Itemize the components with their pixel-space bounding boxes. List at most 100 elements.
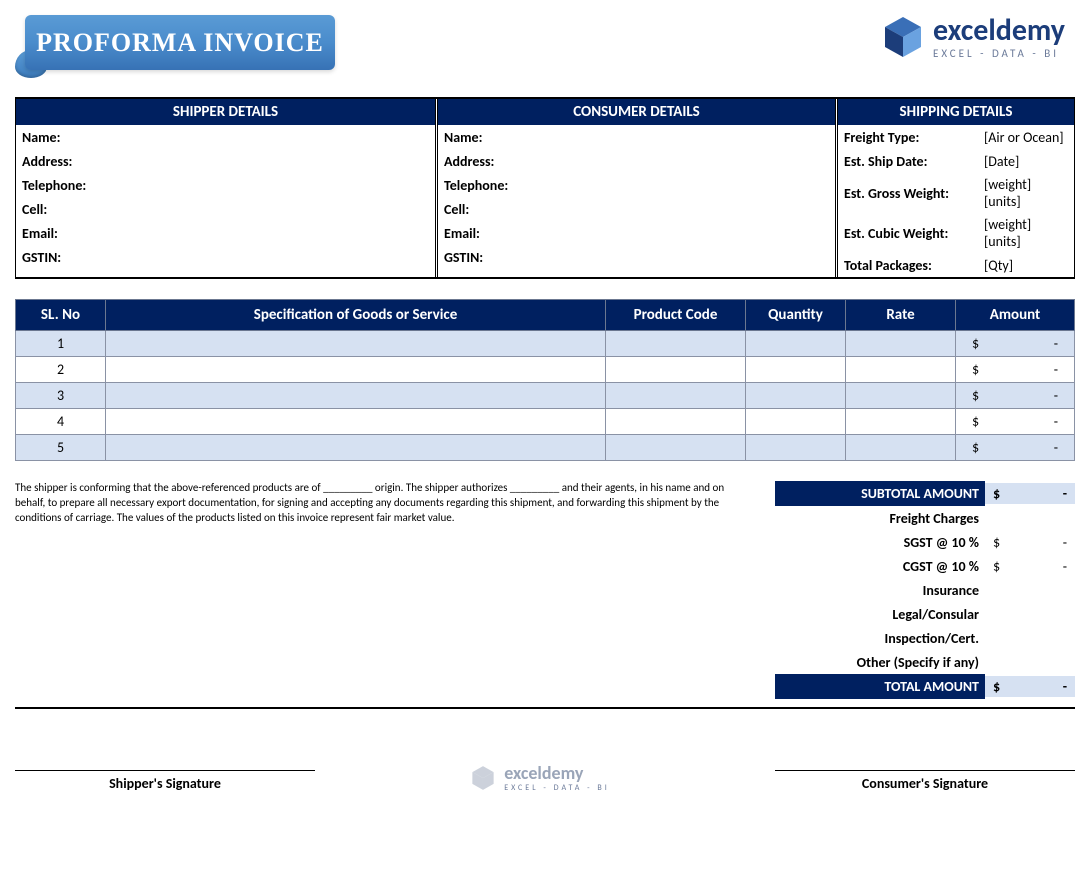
- col-qty: Quantity: [746, 300, 846, 331]
- details-section: SHIPPER DETAILS Name:Address:Telephone:C…: [15, 97, 1075, 279]
- subtotal-value: -: [1063, 485, 1067, 502]
- totals-line-label: Legal/Consular: [775, 606, 985, 623]
- cell-amount: $-: [956, 331, 1075, 357]
- totals-line-value[interactable]: [985, 612, 1075, 616]
- detail-value[interactable]: [weight] [units]: [984, 216, 1068, 250]
- totals-line-value[interactable]: [985, 516, 1075, 520]
- detail-row: Address:: [16, 149, 435, 173]
- detail-row: Telephone:: [16, 173, 435, 197]
- totals-line-label: Freight Charges: [775, 510, 985, 527]
- consumer-details: CONSUMER DETAILS Name:Address:Telephone:…: [435, 99, 835, 277]
- totals-line-label: SGST @ 10 %: [775, 534, 985, 551]
- col-code: Product Code: [606, 300, 746, 331]
- detail-label: Total Packages:: [844, 257, 984, 274]
- totals-line: Freight Charges: [775, 506, 1075, 530]
- detail-value[interactable]: [Date]: [984, 153, 1068, 170]
- totals-line-value[interactable]: [985, 588, 1075, 592]
- detail-row: Email:: [438, 221, 835, 245]
- cell-qty[interactable]: [746, 357, 846, 383]
- brand-name: exceldemy: [933, 16, 1065, 46]
- detail-value[interactable]: [Air or Ocean]: [984, 129, 1068, 146]
- detail-value[interactable]: [weight] [units]: [984, 176, 1068, 210]
- items-table: SL. No Specification of Goods or Service…: [15, 299, 1075, 461]
- cell-spec[interactable]: [106, 331, 606, 357]
- cell-spec[interactable]: [106, 383, 606, 409]
- header: PROFORMA INVOICE exceldemy EXCEL - DATA …: [15, 15, 1075, 77]
- cell-rate[interactable]: [846, 435, 956, 461]
- cell-code[interactable]: [606, 383, 746, 409]
- disclaimer-note: The shipper is conforming that the above…: [15, 481, 765, 699]
- cell-qty[interactable]: [746, 409, 846, 435]
- totals-line: Other (Specify if any): [775, 650, 1075, 674]
- cell-qty[interactable]: [746, 435, 846, 461]
- totals-line-value[interactable]: [985, 636, 1075, 640]
- detail-label: Est. Gross Weight:: [844, 185, 984, 202]
- shipper-signature: Shipper's Signature: [15, 770, 315, 792]
- footer-brand: exceldemy: [504, 764, 610, 782]
- cell-rate[interactable]: [846, 357, 956, 383]
- total-currency: $: [993, 678, 1000, 695]
- detail-value[interactable]: [Qty]: [984, 257, 1068, 274]
- cell-amount: $-: [956, 409, 1075, 435]
- detail-row: Cell:: [438, 197, 835, 221]
- detail-label: Telephone:: [444, 177, 574, 194]
- detail-row: Address:: [438, 149, 835, 173]
- detail-label: Cell:: [22, 201, 152, 218]
- totals-line-value[interactable]: $-: [985, 556, 1075, 577]
- totals-line-value[interactable]: $-: [985, 532, 1075, 553]
- cell-rate[interactable]: [846, 383, 956, 409]
- cell-rate[interactable]: [846, 409, 956, 435]
- cell-code[interactable]: [606, 331, 746, 357]
- page-title: PROFORMA INVOICE: [36, 28, 324, 58]
- detail-label: Freight Type:: [844, 129, 984, 146]
- totals-line-label: Inspection/Cert.: [775, 630, 985, 647]
- detail-row: Cell:: [16, 197, 435, 221]
- cell-qty[interactable]: [746, 331, 846, 357]
- table-row: 4$-: [16, 409, 1075, 435]
- cell-amount: $-: [956, 357, 1075, 383]
- detail-label: Est. Ship Date:: [844, 153, 984, 170]
- divider: [15, 707, 1075, 709]
- table-row: 2 $-: [16, 357, 1075, 383]
- cell-sl: 2: [16, 357, 106, 383]
- cell-amount: $-: [956, 383, 1075, 409]
- cell-spec[interactable]: [106, 435, 606, 461]
- detail-label: Address:: [22, 153, 152, 170]
- cell-code[interactable]: [606, 357, 746, 383]
- detail-row: Total Packages:[Qty]: [838, 253, 1074, 277]
- cell-qty[interactable]: [746, 383, 846, 409]
- cell-code[interactable]: [606, 409, 746, 435]
- shipping-details: SHIPPING DETAILS Freight Type:[Air or Oc…: [835, 99, 1075, 277]
- brand-logo: exceldemy EXCEL - DATA - BI: [881, 15, 1065, 59]
- total-value: -: [1063, 678, 1067, 695]
- cell-spec[interactable]: [106, 409, 606, 435]
- detail-row: Name:: [438, 125, 835, 149]
- detail-label: Est. Cubic Weight:: [844, 225, 984, 242]
- title-banner: PROFORMA INVOICE: [15, 15, 335, 77]
- total-row: TOTAL AMOUNT $ -: [775, 674, 1075, 699]
- totals-line: Insurance: [775, 578, 1075, 602]
- detail-label: GSTIN:: [22, 249, 152, 266]
- cell-rate[interactable]: [846, 331, 956, 357]
- footer-brand-sub: EXCEL - DATA - BI: [504, 784, 610, 792]
- totals-line: CGST @ 10 %$-: [775, 554, 1075, 578]
- shipper-heading: SHIPPER DETAILS: [16, 99, 435, 125]
- col-rate: Rate: [846, 300, 956, 331]
- detail-row: Est. Ship Date:[Date]: [838, 149, 1074, 173]
- table-row: 3$-: [16, 383, 1075, 409]
- subtotal-label: SUBTOTAL AMOUNT: [775, 481, 985, 506]
- detail-label: Email:: [22, 225, 152, 242]
- totals-line-label: CGST @ 10 %: [775, 558, 985, 575]
- footer-brand-logo: exceldemy EXCEL - DATA - BI: [470, 764, 610, 792]
- consumer-signature: Consumer's Signature: [775, 770, 1075, 792]
- cell-sl: 5: [16, 435, 106, 461]
- totals-line: Inspection/Cert.: [775, 626, 1075, 650]
- cell-code[interactable]: [606, 435, 746, 461]
- totals-line-value[interactable]: [985, 660, 1075, 664]
- totals-line: Legal/Consular: [775, 602, 1075, 626]
- cell-spec[interactable]: [106, 357, 606, 383]
- detail-row: Freight Type:[Air or Ocean]: [838, 125, 1074, 149]
- detail-row: GSTIN:: [16, 245, 435, 269]
- detail-row: Est. Cubic Weight:[weight] [units]: [838, 213, 1074, 253]
- detail-label: Name:: [444, 129, 574, 146]
